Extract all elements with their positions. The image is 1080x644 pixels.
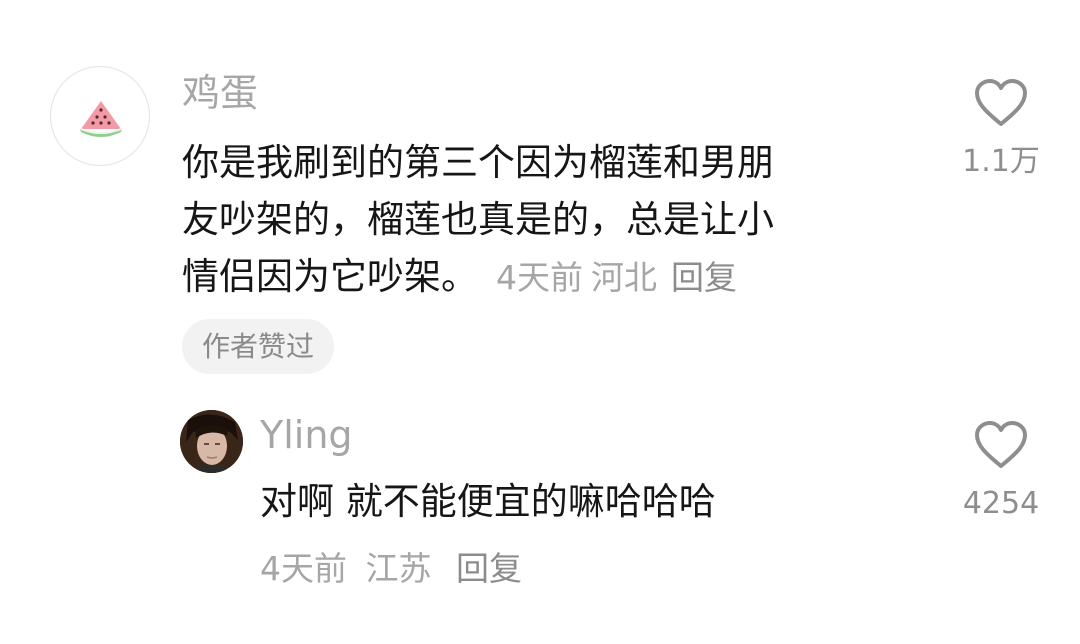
avatar[interactable]	[50, 66, 150, 166]
username[interactable]: 鸡蛋	[182, 70, 258, 116]
avatar[interactable]	[180, 410, 243, 473]
comment-text-line: 情侣因为它吵架。 4天前 河北 回复	[182, 248, 902, 306]
reply-button[interactable]: 回复	[671, 258, 737, 297]
reply-button[interactable]: 回复	[456, 549, 522, 588]
comment-text-line: 你是我刷到的第三个因为榴莲和男朋	[182, 141, 774, 184]
username[interactable]: Yling	[260, 412, 353, 458]
like-button[interactable]: 4254	[946, 420, 1056, 524]
comment-time: 4天前	[496, 258, 583, 297]
comment-text-line-content: 情侣因为它吵架。	[182, 255, 478, 298]
watermelon-icon	[80, 101, 122, 137]
comment-time: 4天前	[260, 549, 347, 588]
comment-location: 江苏	[365, 549, 432, 588]
comment-text: 你是我刷到的第三个因为榴莲和男朋 友吵架的，榴莲也真是的，总是让小 情侣因为它吵…	[182, 134, 902, 306]
heart-outline-icon	[975, 421, 1027, 468]
comment-location: 河北	[591, 258, 657, 297]
like-count: 1.1万	[962, 144, 1040, 179]
heart-outline-icon	[975, 79, 1027, 126]
comment-text-line: 友吵架的，榴莲也真是的，总是让小	[182, 198, 774, 241]
like-count: 4254	[962, 486, 1040, 521]
person-photo-avatar	[180, 410, 243, 473]
comment-text: 对啊 就不能便宜的嘛哈哈哈	[260, 480, 716, 523]
comment-meta: 4天前 河北 回复	[496, 258, 737, 297]
author-liked-badge: 作者赞过	[182, 319, 335, 374]
like-button[interactable]: 1.1万	[946, 78, 1056, 182]
comment-meta: 4天前 江苏 回复	[260, 546, 522, 592]
